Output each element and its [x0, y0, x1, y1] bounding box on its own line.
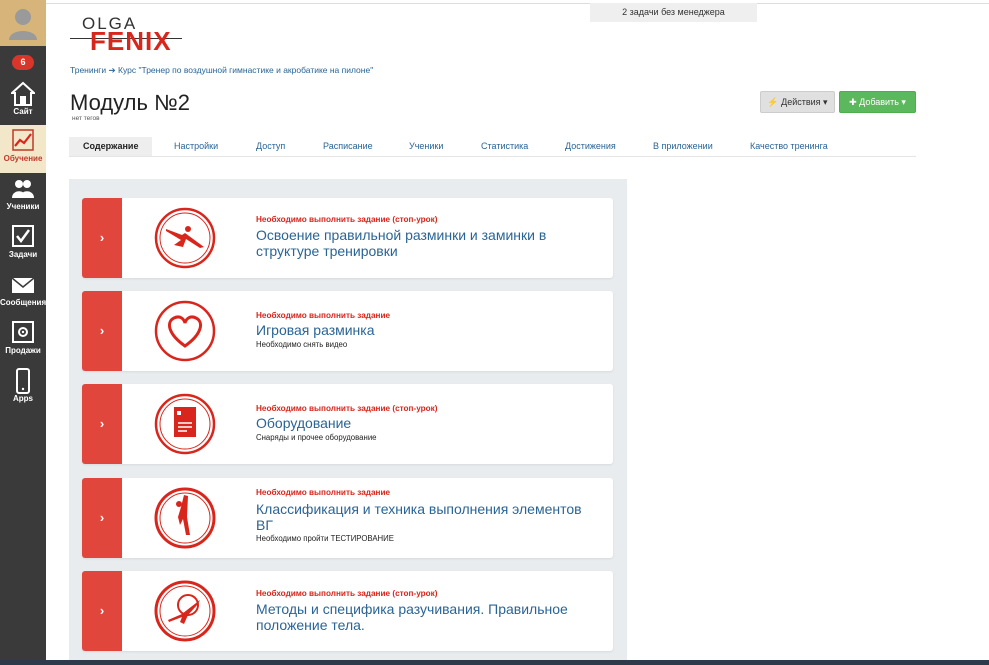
- tab-access[interactable]: Доступ: [256, 137, 285, 156]
- lesson-status: Необходимо выполнить задание (стоп-урок): [256, 589, 438, 598]
- sidebar-item-site[interactable]: Сайт: [0, 78, 46, 126]
- lesson-card[interactable]: › Необходимо выполнить задание (стоп-уро…: [82, 571, 613, 651]
- users-icon: [12, 180, 34, 198]
- tab-achievements[interactable]: Достижения: [565, 137, 616, 156]
- gymnast-split-icon: [154, 487, 216, 549]
- sidebar-item-tasks[interactable]: Задачи: [0, 221, 46, 269]
- lessons-panel: › Необходимо выполнить задание (стоп-уро…: [69, 179, 627, 665]
- sidebar-item-label: Сайт: [13, 107, 33, 116]
- lesson-status: Необходимо выполнить задание: [256, 311, 391, 320]
- lesson-status: Необходимо выполнить задание: [256, 488, 391, 497]
- phone-icon: [16, 368, 30, 394]
- lesson-status: Необходимо выполнить задание (стоп-урок): [256, 215, 438, 224]
- unassigned-tasks-notice[interactable]: 2 задачи без менеджера: [590, 3, 757, 22]
- breadcrumb-root-link[interactable]: Тренинги: [70, 65, 106, 75]
- taskbar-strip: [0, 660, 989, 665]
- expand-chevron-icon[interactable]: ›: [82, 291, 122, 371]
- tab-schedule[interactable]: Расписание: [323, 137, 373, 156]
- tab-training-quality[interactable]: Качество тренинга: [750, 137, 828, 156]
- lesson-title[interactable]: Классификация и техника выполнения элеме…: [256, 501, 596, 533]
- lesson-title[interactable]: Методы и специфика разучивания. Правильн…: [256, 601, 596, 633]
- envelope-icon: [11, 277, 35, 293]
- aerial-hoop-icon: [154, 580, 216, 642]
- page-title: Модуль №2: [70, 90, 190, 115]
- sidebar-item-students[interactable]: Ученики: [0, 173, 46, 221]
- page-root: 6 Сайт Обучение Ученики Задачи Сообщения…: [0, 0, 989, 665]
- left-sidebar: 6 Сайт Обучение Ученики Задачи Сообщения…: [0, 0, 46, 665]
- sidebar-item-label: Сообщения: [0, 298, 47, 307]
- gymnast-leap-icon: [154, 207, 216, 269]
- tab-settings[interactable]: Настройки: [174, 137, 218, 156]
- add-button[interactable]: ✚ Добавить ▾: [839, 91, 916, 113]
- actions-button[interactable]: ⚡ Действия ▾: [760, 91, 835, 113]
- expand-chevron-icon[interactable]: ›: [82, 198, 122, 278]
- home-icon: [11, 81, 35, 106]
- lesson-title[interactable]: Игровая разминка: [256, 322, 596, 338]
- logo[interactable]: OLGA FENIX: [70, 14, 182, 56]
- tab-content[interactable]: Содержание: [69, 137, 153, 156]
- chart-icon: [12, 129, 34, 151]
- tab-statistics[interactable]: Статистика: [481, 137, 528, 156]
- notifications-badge[interactable]: 6: [12, 55, 34, 70]
- expand-chevron-icon[interactable]: ›: [82, 571, 122, 651]
- avatar[interactable]: [0, 0, 46, 46]
- tags-label: нет тегов: [72, 115, 100, 122]
- lesson-subtitle: Необходимо пройти ТЕСТИРОВАНИЕ: [256, 534, 394, 543]
- sidebar-item-apps[interactable]: Apps: [0, 365, 46, 411]
- sidebar-item-label: Задачи: [8, 250, 38, 259]
- safe-icon: [12, 321, 34, 343]
- lesson-title[interactable]: Освоение правильной разминки и заминки в…: [256, 227, 596, 259]
- lesson-card[interactable]: › Необходимо выполнить задание Классифик…: [82, 478, 613, 558]
- sidebar-item-learning[interactable]: Обучение: [0, 125, 46, 173]
- sidebar-item-label: Ученики: [6, 202, 40, 211]
- breadcrumb-arrow-icon: ➔: [108, 65, 116, 75]
- document-icon: [154, 393, 216, 455]
- lesson-title[interactable]: Оборудование: [256, 415, 596, 431]
- expand-chevron-icon[interactable]: ›: [82, 478, 122, 558]
- tab-in-app[interactable]: В приложении: [653, 137, 713, 156]
- breadcrumb: Тренинги ➔ Курс "Тренер по воздушной гим…: [70, 65, 373, 76]
- logo-text-bottom: FENIX: [90, 26, 172, 56]
- lesson-subtitle: Снаряды и прочее оборудование: [256, 433, 377, 442]
- sidebar-item-sales[interactable]: Продажи: [0, 317, 46, 365]
- sidebar-item-label: Обучение: [3, 154, 43, 163]
- tab-bar: Содержание Настройки Доступ Расписание У…: [69, 137, 916, 157]
- lesson-card[interactable]: › Необходимо выполнить задание (стоп-уро…: [82, 198, 613, 278]
- tab-students[interactable]: Ученики: [409, 137, 443, 156]
- breadcrumb-course-link[interactable]: Курс "Тренер по воздушной гимнастике и а…: [118, 65, 373, 75]
- user-icon: [9, 9, 37, 40]
- sidebar-item-label: Продажи: [5, 346, 41, 355]
- sidebar-item-label: Apps: [13, 394, 33, 403]
- checkbox-icon: [12, 225, 34, 247]
- lesson-subtitle: Необходимо снять видео: [256, 340, 348, 349]
- heart-icon: [154, 300, 216, 362]
- top-divider: [46, 3, 989, 4]
- expand-chevron-icon[interactable]: ›: [82, 384, 122, 464]
- lesson-card[interactable]: › Необходимо выполнить задание (стоп-уро…: [82, 384, 613, 464]
- sidebar-item-messages[interactable]: Сообщения: [0, 269, 46, 317]
- lesson-card[interactable]: › Необходимо выполнить задание Игровая р…: [82, 291, 613, 371]
- lesson-status: Необходимо выполнить задание (стоп-урок): [256, 404, 438, 413]
